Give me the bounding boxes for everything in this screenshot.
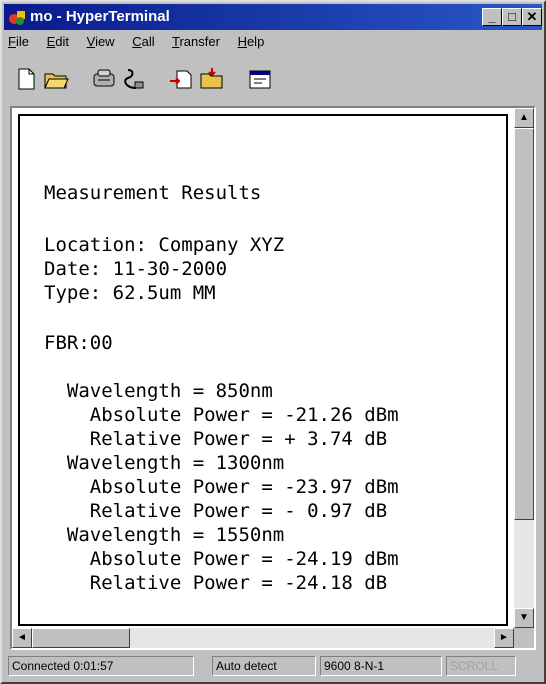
disconnect-icon[interactable] <box>120 66 148 92</box>
scroll-down-icon[interactable]: ▼ <box>514 608 534 628</box>
title-bar[interactable]: mo - HyperTerminal _ □ ✕ <box>4 4 542 30</box>
terminal-screen[interactable]: Measurement Results Location: Company XY… <box>18 114 508 626</box>
status-bar: Connected 0:01:57 Auto detect 9600 8-N-1… <box>6 654 540 678</box>
scroll-right-icon[interactable]: ► <box>494 628 514 648</box>
status-settings: 9600 8-N-1 <box>320 656 442 676</box>
properties-icon[interactable] <box>246 66 274 92</box>
terminal-line: Relative Power = -24.18 dB <box>44 572 388 594</box>
terminal-line: Measurement Results <box>44 182 262 204</box>
close-button[interactable]: ✕ <box>522 8 542 26</box>
terminal-line: Relative Power = + 3.74 dB <box>44 428 388 450</box>
toolbar <box>6 60 540 98</box>
minimize-button[interactable]: _ <box>482 8 502 26</box>
hyperterminal-icon <box>9 11 25 25</box>
horizontal-scroll-thumb[interactable] <box>32 628 130 648</box>
terminal-line: FBR:00 <box>44 332 113 354</box>
menu-call[interactable]: Call <box>132 34 154 49</box>
terminal-line: Wavelength = 1550nm <box>44 524 285 546</box>
terminal-line: Location: Company XYZ <box>44 234 285 256</box>
vertical-scrollbar[interactable]: ▲ ▼ <box>514 108 534 628</box>
hyperterminal-window: mo - HyperTerminal _ □ ✕ File Edit View … <box>0 0 546 684</box>
terminal-line: Absolute Power = -23.97 dBm <box>44 476 399 498</box>
scroll-left-icon[interactable]: ◄ <box>12 628 32 648</box>
menu-bar: File Edit View Call Transfer Help <box>8 34 278 56</box>
status-connection: Connected 0:01:57 <box>8 656 194 676</box>
new-icon[interactable] <box>12 66 40 92</box>
terminal-line: Date: 11-30-2000 <box>44 258 228 280</box>
connect-icon[interactable] <box>90 66 118 92</box>
status-scroll: SCROLL <box>446 656 516 676</box>
terminal-area[interactable]: Measurement Results Location: Company XY… <box>10 106 536 650</box>
vertical-scroll-thumb[interactable] <box>514 128 534 520</box>
menu-transfer[interactable]: Transfer <box>172 34 220 49</box>
menu-help[interactable]: Help <box>238 34 265 49</box>
menu-file[interactable]: File <box>8 34 29 49</box>
terminal-line: Absolute Power = -24.19 dBm <box>44 548 399 570</box>
terminal-line: Type: 62.5um MM <box>44 282 216 304</box>
terminal-line: Relative Power = - 0.97 dB <box>44 500 388 522</box>
terminal-line: Wavelength = 1300nm <box>44 452 285 474</box>
menu-edit[interactable]: Edit <box>47 34 69 49</box>
send-icon[interactable] <box>168 66 196 92</box>
window-title: mo - HyperTerminal <box>30 8 170 25</box>
terminal-line: Wavelength = 850nm <box>44 380 273 402</box>
menu-view[interactable]: View <box>87 34 115 49</box>
scroll-up-icon[interactable]: ▲ <box>514 108 534 128</box>
horizontal-scrollbar[interactable]: ◄ ► <box>12 628 514 648</box>
open-icon[interactable] <box>42 66 70 92</box>
status-detect: Auto detect <box>212 656 316 676</box>
terminal-line: Absolute Power = -21.26 dBm <box>44 404 399 426</box>
maximize-button[interactable]: □ <box>502 8 522 26</box>
scroll-corner <box>514 628 534 648</box>
receive-icon[interactable] <box>198 66 226 92</box>
